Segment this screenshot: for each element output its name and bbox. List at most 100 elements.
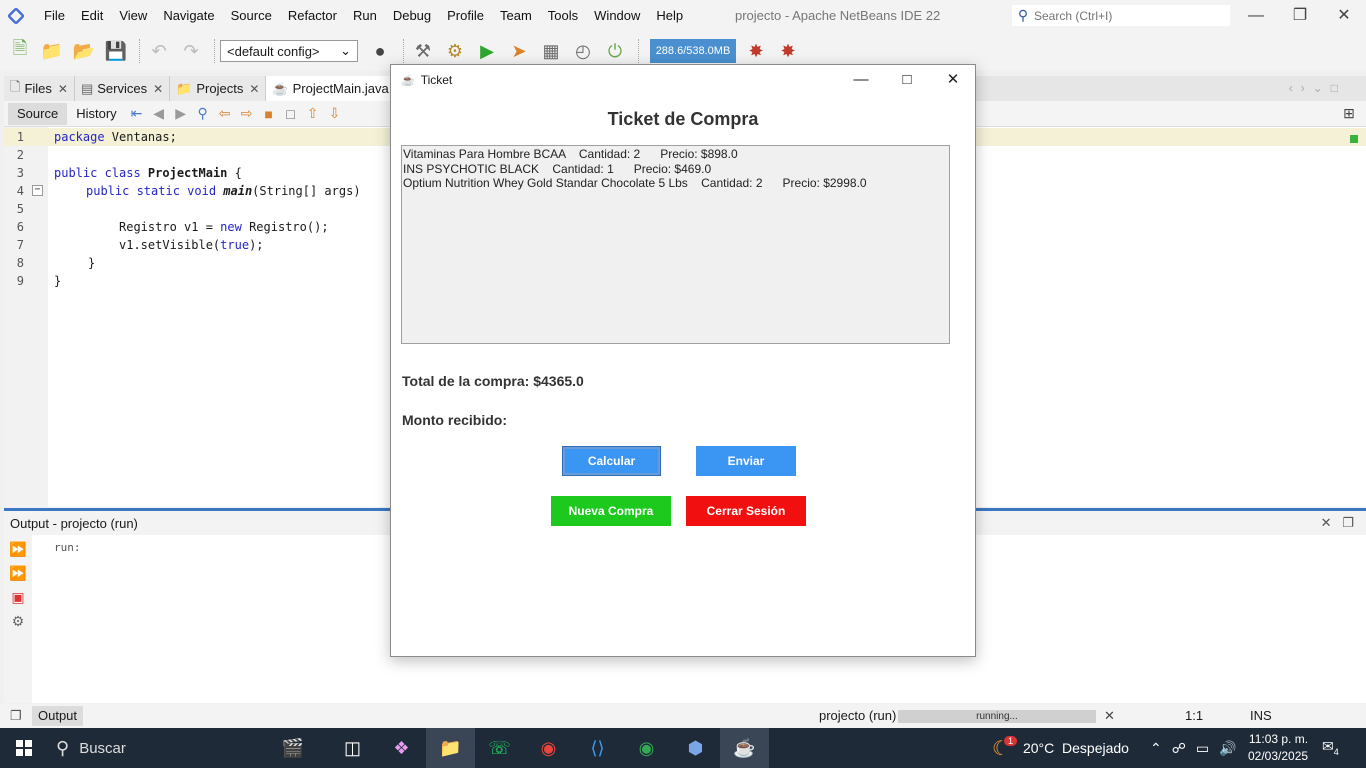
dialog-title-bar[interactable]: ☕ Ticket — □ ✕ bbox=[391, 65, 975, 95]
output-window-controls-icon[interactable]: ✕ ❐ bbox=[1321, 515, 1354, 531]
fold-icon[interactable]: − bbox=[32, 185, 43, 196]
search-input[interactable] bbox=[1034, 8, 1214, 23]
tab-navigation-icon[interactable]: ‹›⌄□ bbox=[1289, 76, 1346, 101]
stop-icon[interactable]: ▣ bbox=[8, 587, 28, 607]
enviar-button[interactable]: Enviar bbox=[696, 446, 796, 476]
menu-debug[interactable]: Debug bbox=[385, 0, 439, 32]
copilot-icon[interactable]: ❖ bbox=[377, 728, 426, 768]
tab-label: Services bbox=[97, 81, 148, 96]
source-view-button[interactable]: Source bbox=[8, 102, 68, 125]
close-icon[interactable]: ✕ bbox=[249, 82, 259, 96]
cerrar-sesion-button[interactable]: Cerrar Sesión bbox=[686, 496, 806, 526]
undo-icon[interactable]: ↶ bbox=[145, 37, 173, 65]
nueva-compra-button[interactable]: Nueva Compra bbox=[551, 496, 671, 526]
find-previous-icon[interactable]: ⇦ bbox=[214, 105, 236, 122]
chrome-icon[interactable]: ◉ bbox=[524, 728, 573, 768]
battery-icon[interactable]: ▭ bbox=[1196, 740, 1209, 757]
globe-icon[interactable]: ● bbox=[366, 37, 394, 65]
whatsapp-icon[interactable]: ☏ bbox=[475, 728, 524, 768]
close-icon[interactable]: ✕ bbox=[153, 82, 163, 96]
close-icon[interactable]: ✕ bbox=[58, 82, 68, 96]
chrome-profile-icon[interactable]: ◉ bbox=[622, 728, 671, 768]
settings-icon[interactable]: ⚙ bbox=[8, 611, 28, 631]
menu-profile[interactable]: Profile bbox=[439, 0, 492, 32]
new-file-icon[interactable]: 🗎 bbox=[6, 37, 34, 65]
line-number: 4 bbox=[16, 184, 24, 198]
tab-projects[interactable]: 📁 Projects ✕ bbox=[170, 76, 267, 101]
calcular-button[interactable]: Calcular bbox=[562, 446, 661, 476]
notifications-icon[interactable]: ✉4 bbox=[1322, 738, 1339, 757]
menu-refactor[interactable]: Refactor bbox=[280, 0, 345, 32]
memory-indicator[interactable]: 288.6/538.0MB bbox=[650, 39, 736, 63]
toggle-rect-select-icon[interactable]: □ bbox=[280, 106, 302, 122]
last-edit-icon[interactable]: ⇤ bbox=[126, 105, 148, 122]
restore-icon[interactable]: ❐ bbox=[1278, 0, 1322, 32]
clean-build-icon[interactable]: ⚙ bbox=[441, 37, 469, 65]
services-icon: ▤ bbox=[80, 80, 94, 96]
weather-widget[interactable]: ☾ 1 20°C Despejado bbox=[992, 728, 1129, 768]
menu-file[interactable]: File bbox=[36, 0, 73, 32]
menu-navigate[interactable]: Navigate bbox=[155, 0, 222, 32]
build-hammer-icon[interactable]: ⚒ bbox=[409, 37, 437, 65]
redo-icon[interactable]: ↷ bbox=[177, 37, 205, 65]
tab-files[interactable]: 🗋 Files ✕ bbox=[4, 76, 75, 101]
ticket-textarea[interactable]: Vitaminas Para Hombre BCAA Cantidad: 2 P… bbox=[401, 145, 950, 344]
close-icon[interactable]: ✕ bbox=[930, 65, 976, 95]
taskbar-search[interactable]: ⚲ Buscar bbox=[48, 728, 258, 768]
news-widget-icon[interactable]: 🎬 bbox=[258, 728, 328, 768]
cancel-task-icon[interactable]: ✕ bbox=[1104, 704, 1115, 728]
menu-help[interactable]: Help bbox=[648, 0, 691, 32]
network-icon[interactable]: ☍ bbox=[1172, 740, 1186, 757]
ide-search[interactable]: ⚲ bbox=[1012, 5, 1230, 26]
history-view-button[interactable]: History bbox=[67, 103, 125, 125]
netbeans-icon[interactable]: ⬢ bbox=[671, 728, 720, 768]
code-token: Ventanas; bbox=[104, 130, 177, 144]
vscode-icon[interactable]: ⟨⟩ bbox=[573, 728, 622, 768]
profile-gauge-icon[interactable]: ◴ bbox=[569, 37, 597, 65]
rerun-different-icon[interactable]: ⏩ bbox=[8, 563, 28, 583]
prev-bookmark-icon[interactable]: ⇧ bbox=[302, 105, 324, 122]
rerun-icon[interactable]: ⏩ bbox=[8, 539, 28, 559]
toggle-highlight-icon[interactable]: ■ bbox=[258, 106, 280, 122]
config-select[interactable]: <default config> ⌄ bbox=[220, 40, 358, 62]
gc-icon[interactable]: ✸ bbox=[742, 37, 770, 65]
menu-run[interactable]: Run bbox=[345, 0, 385, 32]
status-bar: ❐ Output projecto (run) running... ✕ 1:1… bbox=[0, 704, 1366, 728]
find-icon[interactable]: ⚲ bbox=[192, 105, 214, 122]
power-icon[interactable]: ⏻ bbox=[601, 37, 629, 65]
menu-tools[interactable]: Tools bbox=[540, 0, 586, 32]
split-editor-icon[interactable]: ⊞ bbox=[1338, 105, 1360, 122]
close-icon[interactable]: ✕ bbox=[1322, 0, 1366, 32]
task-view-icon[interactable]: ◫ bbox=[328, 728, 377, 768]
tab-services[interactable]: ▤ Services ✕ bbox=[74, 76, 171, 101]
debug-icon[interactable]: ➤ bbox=[505, 37, 533, 65]
java-app-icon[interactable]: ☕ bbox=[720, 728, 769, 768]
output-status-tab[interactable]: Output bbox=[32, 706, 84, 726]
open-project-icon[interactable]: 📂 bbox=[70, 37, 98, 65]
start-button[interactable] bbox=[0, 728, 48, 768]
back-icon[interactable]: ◀ bbox=[148, 105, 170, 122]
clock[interactable]: 11:03 p. m. 02/03/2025 bbox=[1248, 731, 1308, 765]
profile-icon[interactable]: ▦ bbox=[537, 37, 565, 65]
window-icon[interactable]: ❐ bbox=[10, 708, 22, 724]
next-bookmark-icon[interactable]: ⇩ bbox=[324, 105, 346, 122]
file-explorer-icon[interactable]: 📁 bbox=[426, 728, 475, 768]
forward-icon[interactable]: ▶ bbox=[170, 105, 192, 122]
menu-source[interactable]: Source bbox=[223, 0, 280, 32]
find-next-icon[interactable]: ⇨ bbox=[236, 105, 258, 122]
menu-edit[interactable]: Edit bbox=[73, 0, 111, 32]
maximize-icon[interactable]: □ bbox=[884, 65, 930, 95]
profile-snapshot-icon[interactable]: ✸ bbox=[774, 37, 802, 65]
config-value: <default config> bbox=[227, 43, 320, 59]
new-project-icon[interactable]: 📁 bbox=[38, 37, 66, 65]
volume-icon[interactable]: 🔊 bbox=[1219, 740, 1236, 757]
minimize-icon[interactable]: — bbox=[1234, 0, 1278, 32]
save-all-icon[interactable]: 💾 bbox=[102, 37, 130, 65]
code-token: Registro(); bbox=[241, 220, 329, 234]
run-icon[interactable]: ▶ bbox=[473, 37, 501, 65]
chevron-up-icon[interactable]: ⌃ bbox=[1150, 740, 1162, 757]
minimize-icon[interactable]: — bbox=[838, 65, 884, 95]
menu-window[interactable]: Window bbox=[586, 0, 648, 32]
menu-team[interactable]: Team bbox=[492, 0, 540, 32]
menu-view[interactable]: View bbox=[111, 0, 155, 32]
